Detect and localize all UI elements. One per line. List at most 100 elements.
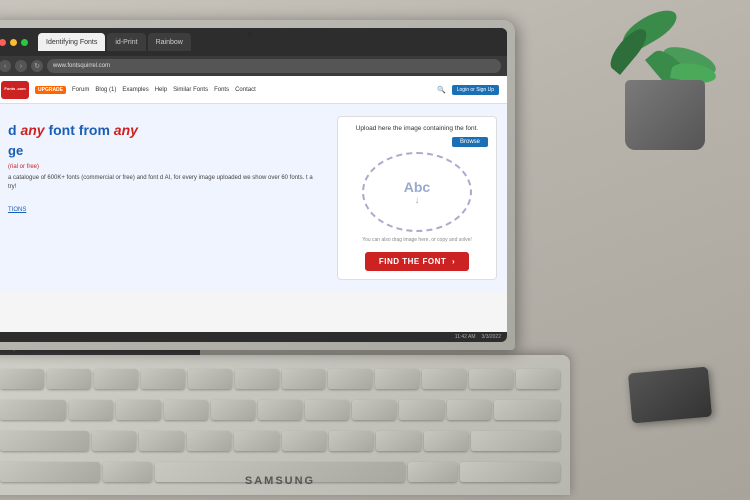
key — [211, 400, 255, 420]
key — [141, 369, 185, 389]
hero-description: a catalogue of 600K+ fonts (commercial o… — [8, 174, 322, 192]
refresh-button[interactable]: ↻ — [31, 60, 43, 72]
key — [375, 369, 419, 389]
laptop-body: Identifying Fonts id-Print Rainbow ‹ › ↻… — [0, 20, 515, 350]
key — [69, 400, 113, 420]
site-logo: Fonts .com — [1, 81, 29, 99]
down-arrow-icon: ↓ — [415, 195, 420, 206]
key — [234, 431, 278, 451]
phone-device — [628, 367, 712, 424]
camera-dot — [248, 32, 253, 37]
hero-subtitle: (rial or free) — [8, 164, 322, 170]
key — [329, 431, 373, 451]
key — [328, 369, 372, 389]
key — [0, 462, 100, 482]
key — [0, 431, 89, 451]
key — [188, 369, 232, 389]
nav-help[interactable]: Help — [155, 87, 167, 93]
keyboard: SAMSUNG — [0, 355, 570, 495]
hero-title: d any font from any — [8, 121, 322, 139]
key — [235, 369, 279, 389]
nav-fonts[interactable]: Fonts — [214, 87, 229, 93]
key — [187, 431, 231, 451]
nav-forum[interactable]: Forum — [72, 87, 89, 93]
tab-active[interactable]: Identifying Fonts — [38, 33, 105, 51]
key — [139, 431, 183, 451]
key — [0, 369, 44, 389]
key — [469, 369, 513, 389]
key — [164, 400, 208, 420]
hero-title-italic-any: any — [114, 122, 138, 138]
key — [282, 431, 326, 451]
find-btn-arrow-icon: › — [452, 257, 455, 266]
key — [103, 462, 153, 482]
tab-2[interactable]: id-Print — [107, 33, 145, 51]
upload-title: Upload here the image containing the fon… — [356, 125, 479, 132]
key — [424, 431, 468, 451]
key — [305, 400, 349, 420]
key — [94, 369, 138, 389]
drag-hint: You can also drag image here, or copy an… — [362, 237, 472, 243]
key-row-3 — [0, 427, 560, 454]
browse-button[interactable]: Browse — [452, 137, 488, 147]
nav-blog[interactable]: Blog (1) — [95, 87, 116, 93]
key — [282, 369, 326, 389]
pot-body — [625, 80, 705, 150]
nav-similar-fonts[interactable]: Similar Fonts — [173, 87, 208, 93]
browser-tabs: Identifying Fonts id-Print Rainbow — [38, 33, 501, 51]
hero-title-line2: ge — [8, 143, 322, 160]
key-row-1 — [0, 365, 560, 392]
address-bar-row: ‹ › ↻ www.fontsquirrel.com — [0, 56, 507, 76]
key — [447, 400, 491, 420]
key — [516, 369, 560, 389]
back-button[interactable]: ‹ — [0, 60, 11, 72]
hero-link[interactable]: TIONS — [8, 207, 26, 213]
browser-chrome: Identifying Fonts id-Print Rainbow — [0, 28, 507, 56]
website-content: Fonts .com UPGRADE Forum Blog (1) Exampl… — [0, 76, 507, 342]
close-window-button[interactable] — [0, 39, 6, 46]
status-date: 3/3/2022 — [482, 334, 501, 340]
maximize-window-button[interactable] — [21, 39, 28, 46]
site-navigation: Fonts .com UPGRADE Forum Blog (1) Exampl… — [0, 76, 507, 104]
hero-left: d any font from any ge (rial or free) a … — [3, 116, 327, 280]
nav-examples[interactable]: Examples — [122, 87, 148, 93]
search-icon[interactable]: 🔍 — [437, 86, 446, 94]
key — [92, 431, 136, 451]
key — [422, 369, 466, 389]
forward-button[interactable]: › — [15, 60, 27, 72]
brand-label: SAMSUNG — [245, 475, 315, 487]
key — [258, 400, 302, 420]
nav-contact[interactable]: Contact — [235, 87, 256, 93]
plant-pot — [610, 30, 720, 150]
key — [116, 400, 160, 420]
keyboard-keys — [0, 365, 560, 485]
status-time: 11:42 AM — [455, 334, 476, 340]
key — [376, 431, 420, 451]
upgrade-badge[interactable]: UPGRADE — [35, 86, 66, 94]
hero-title-any: any — [20, 122, 44, 138]
key — [460, 462, 560, 482]
nav-links: Forum Blog (1) Examples Help Similar Fon… — [72, 87, 431, 93]
key — [47, 369, 91, 389]
minimize-window-button[interactable] — [10, 39, 17, 46]
tab-3[interactable]: Rainbow — [148, 33, 191, 51]
address-text: www.fontsquirrel.com — [53, 63, 110, 69]
find-font-button[interactable]: FIND THE FONT › — [365, 252, 469, 271]
key — [399, 400, 443, 420]
upload-drop-area[interactable]: Abc ↓ — [362, 152, 472, 232]
key — [352, 400, 396, 420]
abc-preview: Abc — [404, 179, 430, 195]
hero-section: d any font from any ge (rial or free) a … — [0, 104, 507, 292]
logo-text: Fonts .com — [4, 87, 25, 91]
find-btn-label: FIND THE FONT — [379, 257, 446, 266]
upload-box: Upload here the image containing the fon… — [337, 116, 497, 280]
key — [0, 400, 66, 420]
login-button[interactable]: Login or Sign Up — [452, 85, 499, 95]
key — [408, 462, 458, 482]
key — [494, 400, 560, 420]
key-row-2 — [0, 396, 560, 423]
key — [471, 431, 560, 451]
address-field[interactable]: www.fontsquirrel.com — [47, 59, 501, 73]
screen-bezel: Identifying Fonts id-Print Rainbow ‹ › ↻… — [0, 28, 507, 342]
status-bar: 11:42 AM 3/3/2022 — [0, 332, 507, 342]
